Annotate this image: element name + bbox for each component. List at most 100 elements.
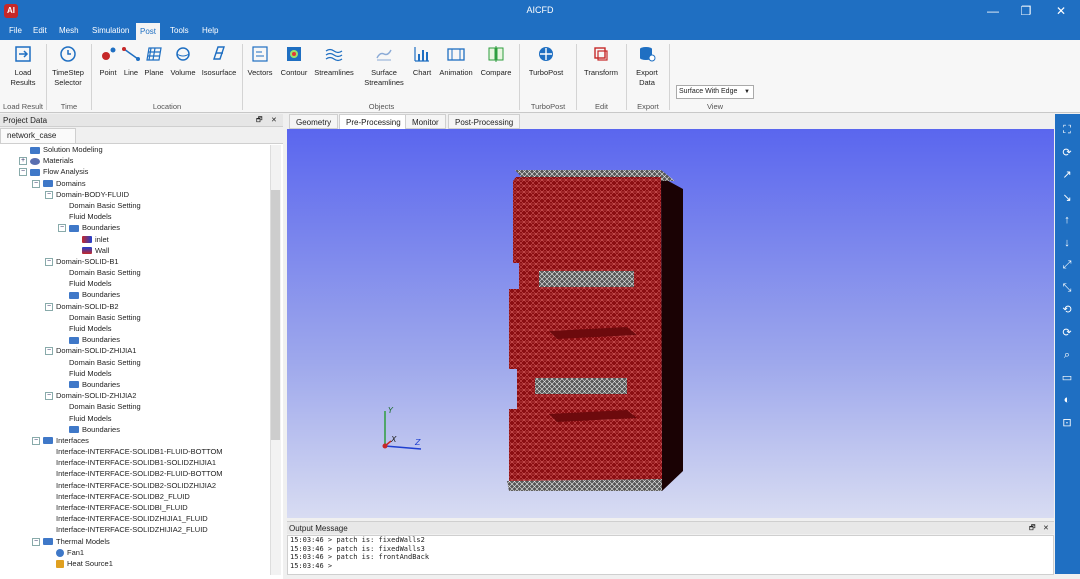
isosurface-button[interactable]: Isosurface bbox=[200, 44, 238, 78]
pin-icon[interactable]: 🗗 bbox=[256, 114, 263, 127]
tree-scrollbar-thumb[interactable] bbox=[271, 190, 280, 440]
camera-icon[interactable]: ⊡ bbox=[1059, 415, 1075, 431]
tree-node[interactable]: − Flow Analysis bbox=[0, 166, 283, 177]
point-button[interactable]: Point bbox=[96, 44, 120, 78]
tree-node[interactable]: Fluid Models bbox=[0, 413, 283, 424]
tree-node[interactable]: Fluid Models bbox=[0, 368, 283, 379]
collapse-icon[interactable]: − bbox=[19, 168, 27, 177]
tab-geometry[interactable]: Geometry bbox=[289, 114, 339, 129]
tree-node[interactable]: − Boundaries bbox=[0, 222, 283, 233]
collapse-icon[interactable]: − bbox=[45, 392, 53, 401]
collapse-icon[interactable]: − bbox=[32, 436, 40, 445]
tab-monitor[interactable]: Monitor bbox=[405, 114, 446, 129]
menu-mesh[interactable]: Mesh bbox=[55, 22, 83, 40]
tree-node[interactable]: Fluid Models bbox=[0, 278, 283, 289]
tree-node[interactable]: Domain Basic Setting bbox=[0, 312, 283, 323]
transform-button[interactable]: Transform bbox=[580, 44, 622, 78]
tree-node[interactable]: − Domain-SOLID-ZHIJIA2 bbox=[0, 390, 283, 401]
render-mode-select[interactable]: Surface With Edge ▼ bbox=[676, 85, 754, 99]
tree-node[interactable]: Interface-INTERFACE-SOLIDB2_FLUID bbox=[0, 491, 283, 502]
surface-streamlines-button[interactable]: Surface Streamlines bbox=[362, 44, 406, 88]
close-window-button[interactable]: ✕ bbox=[1046, 3, 1076, 19]
collapse-icon[interactable]: − bbox=[45, 302, 53, 311]
rotate-icon[interactable]: ⟳ bbox=[1059, 145, 1075, 161]
collapse-icon[interactable]: − bbox=[32, 537, 40, 546]
view-x-pos-icon[interactable]: ↗ bbox=[1059, 167, 1075, 183]
view-z-neg-icon[interactable]: ⤡ bbox=[1059, 280, 1075, 296]
animation-button[interactable]: Animation bbox=[437, 44, 475, 78]
output-log[interactable]: 15:03:46 > patch is: fixedWalls2 15:03:46… bbox=[287, 535, 1054, 575]
close-panel-icon[interactable]: ✕ bbox=[271, 114, 277, 127]
tab-network-case[interactable]: network_case bbox=[0, 128, 76, 143]
volume-button[interactable]: Volume bbox=[168, 44, 198, 78]
chart-button[interactable]: Chart bbox=[410, 44, 434, 78]
tree-node[interactable]: + Materials bbox=[0, 155, 283, 166]
tree-node[interactable]: Interface-INTERFACE-SOLIDZHIJIA2_FLUID bbox=[0, 524, 283, 535]
timestep-selector-button[interactable]: TimeStep Selector bbox=[50, 44, 86, 88]
streamlines-button[interactable]: Streamlines bbox=[313, 44, 355, 78]
maximize-button[interactable]: ❐ bbox=[1011, 3, 1041, 19]
zoom-region-icon[interactable]: ⌕ bbox=[1059, 347, 1075, 363]
turbopost-button[interactable]: TurboPost bbox=[524, 44, 568, 78]
tree-node[interactable]: Fan1 bbox=[0, 547, 283, 558]
tree-node[interactable]: Domain Basic Setting bbox=[0, 267, 283, 278]
tree-node[interactable]: − Domains bbox=[0, 178, 283, 189]
plane-button[interactable]: Plane bbox=[143, 44, 165, 78]
tree-node[interactable]: Fluid Models bbox=[0, 323, 283, 334]
tree-node[interactable]: Boundaries bbox=[0, 289, 283, 300]
collapse-icon[interactable]: − bbox=[45, 190, 53, 199]
menu-tools[interactable]: Tools bbox=[166, 22, 193, 40]
tree-node[interactable]: Interface-INTERFACE-SOLIDB2-FLUID-BOTTOM bbox=[0, 468, 283, 479]
tree-node[interactable]: Fluid Models bbox=[0, 211, 283, 222]
tree-node[interactable]: inlet bbox=[0, 234, 283, 245]
menu-file[interactable]: File bbox=[5, 22, 26, 40]
menu-simulation[interactable]: Simulation bbox=[88, 22, 133, 40]
export-data-button[interactable]: Export Data bbox=[630, 44, 664, 88]
pin-icon[interactable]: 🗗 bbox=[1029, 522, 1036, 535]
tree-node[interactable]: Interface-INTERFACE-SOLIDZHIJIA1_FLUID bbox=[0, 513, 283, 524]
tree-node[interactable]: Domain Basic Setting bbox=[0, 357, 283, 368]
view-z-pos-icon[interactable]: ⤢ bbox=[1059, 257, 1075, 273]
tree-node[interactable]: Interface-INTERFACE-SOLIDB2-SOLIDZHIJIA2 bbox=[0, 480, 283, 491]
load-results-button[interactable]: Load Results bbox=[6, 44, 40, 88]
tree-node[interactable]: Boundaries bbox=[0, 334, 283, 345]
tree-node[interactable]: Boundaries bbox=[0, 379, 283, 390]
tree-node[interactable]: Interface-INTERFACE-SOLIDBI_FLUID bbox=[0, 502, 283, 513]
menu-edit[interactable]: Edit bbox=[29, 22, 51, 40]
menu-help[interactable]: Help bbox=[198, 22, 222, 40]
tree-node[interactable]: Domain Basic Setting bbox=[0, 401, 283, 412]
ruler-icon[interactable]: ▭ bbox=[1059, 370, 1075, 386]
tree-node[interactable]: Heat Source1 bbox=[0, 558, 283, 569]
tree-node[interactable]: Wall bbox=[0, 245, 283, 256]
expand-icon[interactable]: + bbox=[19, 157, 27, 166]
tree-node[interactable]: Boundaries bbox=[0, 424, 283, 435]
close-panel-icon[interactable]: ✕ bbox=[1043, 522, 1049, 535]
line-button[interactable]: Line bbox=[121, 44, 141, 78]
tree-node[interactable]: − Domain-SOLID-B1 bbox=[0, 256, 283, 267]
view-y-pos-icon[interactable]: ↑ bbox=[1059, 212, 1075, 228]
tree-node[interactable]: Interface-INTERFACE-SOLIDB1-FLUID-BOTTOM bbox=[0, 446, 283, 457]
collapse-icon[interactable]: − bbox=[58, 224, 66, 233]
rotate-90-cw-icon[interactable]: ⟲ bbox=[1059, 302, 1075, 318]
vectors-button[interactable]: Vectors bbox=[245, 44, 275, 78]
tree-node[interactable]: − Domain-BODY-FLUID bbox=[0, 189, 283, 200]
tree-node[interactable]: − Domain-SOLID-B2 bbox=[0, 301, 283, 312]
palette-icon[interactable]: ◐ bbox=[1059, 392, 1075, 408]
collapse-icon[interactable]: − bbox=[32, 179, 40, 188]
tree-node[interactable]: Interface-INTERFACE-SOLIDB1-SOLIDZHIJIA1 bbox=[0, 457, 283, 468]
tree-node[interactable]: − Interfaces bbox=[0, 435, 283, 446]
view-y-neg-icon[interactable]: ↓ bbox=[1059, 235, 1075, 251]
tree-node[interactable]: Domain Basic Setting bbox=[0, 200, 283, 211]
3d-viewport[interactable]: Y X Z bbox=[287, 129, 1054, 518]
rotate-90-ccw-icon[interactable]: ⟳ bbox=[1059, 325, 1075, 341]
compare-button[interactable]: Compare bbox=[478, 44, 514, 78]
collapse-icon[interactable]: − bbox=[45, 347, 53, 356]
contour-button[interactable]: Contour bbox=[278, 44, 310, 78]
menu-post[interactable]: Post bbox=[136, 22, 161, 40]
view-x-neg-icon[interactable]: ↘ bbox=[1059, 190, 1075, 206]
fit-view-icon[interactable]: ⛶ bbox=[1059, 122, 1075, 138]
tree-node[interactable]: Solution Modeling bbox=[0, 144, 283, 155]
collapse-icon[interactable]: − bbox=[45, 257, 53, 266]
tab-post-processing[interactable]: Post-Processing bbox=[448, 114, 521, 129]
minimize-button[interactable]: — bbox=[978, 3, 1008, 19]
